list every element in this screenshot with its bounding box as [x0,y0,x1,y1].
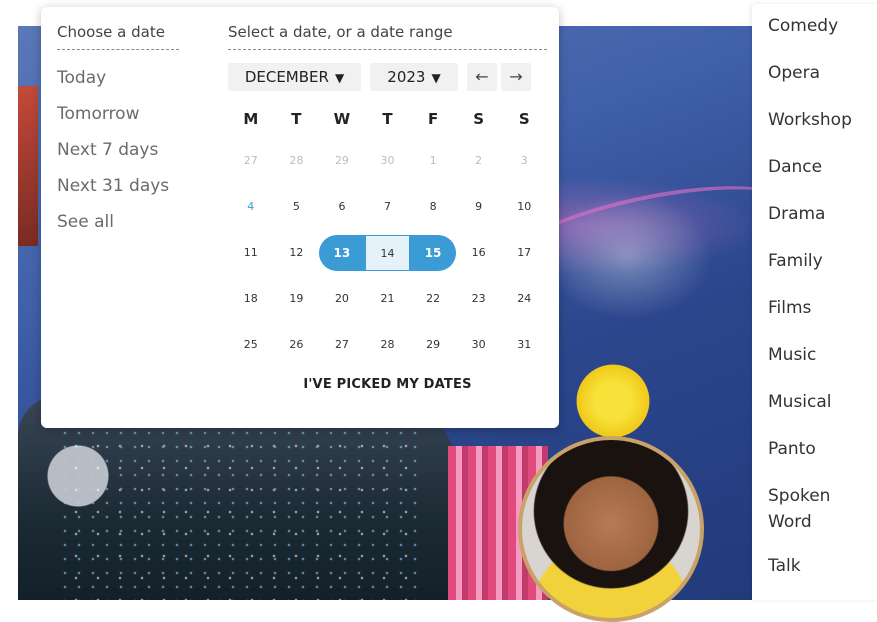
category-item[interactable]: Opera [768,60,873,86]
quick-date-option[interactable]: See all [57,204,179,240]
month-select[interactable]: DECEMBER ▼ [228,63,361,91]
category-list-panel: Comedy Opera Workshop Dance Drama Family Films… [752,4,877,600]
weekday-label: F [427,110,439,128]
quick-date-option[interactable]: Next 7 days [57,132,179,168]
quick-date-title: Choose a date [57,7,179,50]
category-list: Comedy Opera Workshop Dance Drama Family Films… [752,4,877,579]
calendar-day[interactable]: 13 [319,235,365,271]
calendar-day[interactable]: 12 [274,235,320,271]
quick-date-option[interactable]: Today [57,60,179,96]
category-item[interactable]: Music [768,342,873,368]
calendar-day[interactable]: 30 [456,327,502,363]
poster-yellow-costume [573,356,653,446]
weekday-label: M [243,110,259,128]
calendar-week-row: 4 5 6 7 8 9 10 [228,184,547,230]
calendar-week-row: 27 28 29 30 1 2 3 [228,138,547,184]
calendar-day[interactable]: 30 [365,143,411,179]
calendar-day[interactable]: 24 [501,281,547,317]
calendar-day[interactable]: 19 [274,281,320,317]
weekday-label: T [382,110,393,128]
category-item[interactable]: Workshop [768,107,873,133]
calendar-day[interactable]: 21 [365,281,411,317]
calendar-day[interactable]: 5 [274,189,320,225]
calendar-day[interactable]: 3 [501,143,547,179]
date-picker-panel: Choose a date Today Tomorrow Next 7 days Ne… [41,7,559,428]
category-item[interactable]: Drama [768,201,873,227]
weekday-label: S [518,110,530,128]
calendar-day[interactable]: 26 [274,327,320,363]
category-item[interactable]: Dance [768,154,873,180]
calendar-day[interactable]: 9 [456,189,502,225]
calendar-day[interactable]: 31 [501,327,547,363]
category-item[interactable]: Panto [768,436,873,462]
weekday-label: T [291,110,302,128]
calendar-day[interactable]: 16 [456,235,502,271]
quick-date-options: Choose a date Today Tomorrow Next 7 days Ne… [57,7,179,240]
calendar-week-row: 11 12 13 14 15 16 17 [228,230,547,276]
year-select[interactable]: 2023 ▼ [370,63,458,91]
calendar-day[interactable]: 23 [456,281,502,317]
quick-date-list: Today Tomorrow Next 7 days Next 31 days See … [57,60,179,240]
calendar-day[interactable]: 6 [319,189,365,225]
confirm-dates-button[interactable]: I'VE PICKED MY DATES [228,377,547,392]
caret-down-icon: ▼ [334,71,345,85]
calendar-day[interactable]: 17 [501,235,547,271]
calendar-day[interactable]: 7 [365,189,411,225]
calendar-controls: DECEMBER ▼ 2023 ▼ ← → [228,62,547,92]
next-month-arrow-icon[interactable]: → [501,63,531,91]
calendar-day[interactable]: 18 [228,281,274,317]
quick-date-option[interactable]: Next 31 days [57,168,179,204]
year-select-value: 2023 [387,68,426,86]
quick-date-option[interactable]: Tomorrow [57,96,179,132]
calendar-day[interactable]: 8 [410,189,456,225]
weekday-header: MTWTFSS [228,110,547,128]
caret-down-icon: ▼ [431,71,441,85]
calendar-day[interactable]: 20 [319,281,365,317]
weekday-label: S [473,110,485,128]
category-item[interactable]: Musical [768,389,873,415]
calendar-day[interactable]: 11 [228,235,274,271]
poster-figure-hair [18,86,38,246]
calendar-day[interactable]: 2 [456,143,502,179]
calendar-day[interactable]: 28 [365,327,411,363]
date-range-section: Select a date, or a date range DECEMBER ▼… [228,7,547,392]
calendar-day[interactable]: 27 [319,327,365,363]
calendar-day[interactable]: 4 [228,189,274,225]
calendar-day[interactable]: 15 [410,235,456,271]
calendar-week-row: 18 19 20 21 22 23 24 [228,276,547,322]
calendar-day[interactable]: 22 [410,281,456,317]
category-item[interactable]: Talk [768,553,873,579]
calendar-day[interactable]: 10 [501,189,547,225]
performer-portrait [518,436,704,622]
category-item[interactable]: Comedy [768,13,873,39]
category-item[interactable]: Spoken Word [768,483,873,535]
prev-month-arrow-icon[interactable]: ← [467,63,497,91]
calendar-grid: MTWTFSS 27 28 29 30 1 2 3 4 5 6 7 8 9 10 11 12 13 14 15 16 1… [228,110,547,368]
calendar-day[interactable]: 29 [410,327,456,363]
weekday-label: W [333,110,351,128]
category-item[interactable]: Films [768,295,873,321]
month-select-value: DECEMBER [244,68,329,86]
poster-sequins [58,426,418,600]
calendar-weeks: 27 28 29 30 1 2 3 4 5 6 7 8 9 10 11 12 13 14 15 16 17 18 19 20 2… [228,138,547,368]
calendar-day[interactable]: 27 [228,143,274,179]
date-range-title: Select a date, or a date range [228,7,547,50]
category-item[interactable]: Family [768,248,873,274]
calendar-day[interactable]: 29 [319,143,365,179]
calendar-day[interactable]: 25 [228,327,274,363]
calendar-day[interactable]: 28 [274,143,320,179]
calendar-day[interactable]: 14 [364,235,411,271]
calendar-week-row: 25 26 27 28 29 30 31 [228,322,547,368]
calendar-day[interactable]: 1 [410,143,456,179]
